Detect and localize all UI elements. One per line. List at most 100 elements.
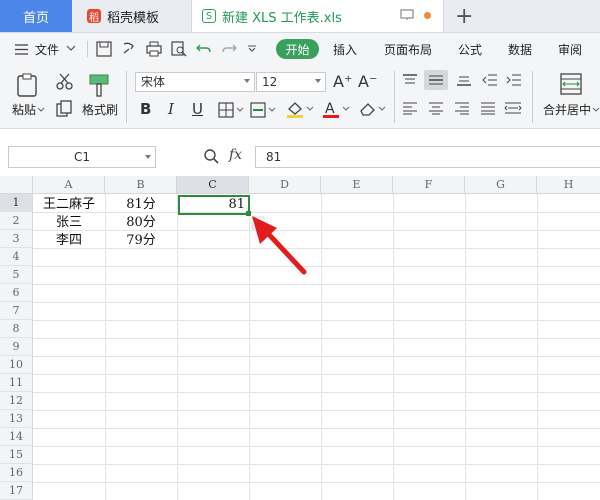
- align-middle-icon: [429, 75, 443, 85]
- cut-scissors-icon[interactable]: [56, 73, 74, 91]
- tab-insert[interactable]: 插入: [333, 41, 357, 58]
- redo-icon[interactable]: [221, 41, 237, 57]
- export-icon[interactable]: [121, 41, 137, 57]
- column-header-h[interactable]: H: [537, 176, 600, 194]
- paste-button[interactable]: 粘贴: [12, 101, 36, 118]
- paste-dropdown-icon[interactable]: [37, 107, 45, 113]
- name-box[interactable]: C1: [8, 146, 156, 168]
- row-header-13[interactable]: 13: [0, 410, 33, 428]
- row-header-17[interactable]: 17: [0, 482, 33, 500]
- merge-center-button[interactable]: 合并居中: [543, 101, 591, 118]
- row-header-15[interactable]: 15: [0, 446, 33, 464]
- formula-bar: C1 fx 81: [0, 142, 600, 174]
- hamburger-menu-icon[interactable]: [14, 42, 30, 58]
- merge-center-icon[interactable]: [560, 73, 582, 95]
- cell-a3[interactable]: 李四: [33, 232, 105, 250]
- column-header-f[interactable]: F: [393, 176, 465, 194]
- align-bottom-icon[interactable]: [456, 73, 472, 87]
- row-header-11[interactable]: 11: [0, 374, 33, 392]
- align-top-icon[interactable]: [402, 73, 418, 87]
- tab-xls-workbook[interactable]: S 新建 XLS 工作表.xls: [191, 0, 444, 32]
- font-name-select[interactable]: 宋体: [135, 72, 255, 92]
- fill-color-icon[interactable]: [286, 100, 316, 118]
- row-header-4[interactable]: 4: [0, 248, 33, 266]
- select-all-corner[interactable]: [0, 176, 33, 194]
- monitor-icon[interactable]: [400, 9, 414, 21]
- row-header-1[interactable]: 1: [0, 194, 33, 212]
- cell-b2[interactable]: 80分: [105, 214, 177, 232]
- column-header-d[interactable]: D: [249, 176, 321, 194]
- tab-review[interactable]: 审阅: [558, 41, 582, 58]
- divider: [394, 71, 395, 123]
- grid-line: [33, 446, 600, 447]
- tab-data[interactable]: 数据: [508, 41, 532, 58]
- row-header-5[interactable]: 5: [0, 266, 33, 284]
- chevron-down-icon[interactable]: [66, 45, 76, 53]
- divider: [87, 41, 88, 57]
- underline-button[interactable]: U: [192, 100, 203, 118]
- row-header-2[interactable]: 2: [0, 212, 33, 230]
- save-icon[interactable]: [96, 41, 112, 57]
- align-middle-active[interactable]: [424, 70, 448, 90]
- align-right-icon[interactable]: [454, 101, 470, 115]
- spreadsheet-grid[interactable]: A B C D E F G H 1 2 3 4 5 6 7 8 9 10 11 …: [0, 176, 600, 500]
- row-header-3[interactable]: 3: [0, 230, 33, 248]
- row-header-10[interactable]: 10: [0, 356, 33, 374]
- row-header-6[interactable]: 6: [0, 284, 33, 302]
- font-shrink-icon[interactable]: A⁻: [358, 72, 377, 91]
- ribbon-toolbar: 粘贴 格式刷 宋体 12 A⁺ A⁻ B I U A 合并居中: [0, 65, 600, 129]
- grid-line: [465, 194, 466, 500]
- tab-home[interactable]: 首页: [0, 0, 72, 32]
- unsaved-dot-icon: [424, 11, 431, 19]
- file-menu[interactable]: 文件: [35, 41, 59, 58]
- clear-format-eraser-icon[interactable]: [358, 100, 388, 118]
- tab-docer-templates[interactable]: 稻 稻壳模板: [73, 0, 190, 32]
- row-header-9[interactable]: 9: [0, 338, 33, 356]
- chevron-down-icon: [244, 79, 250, 83]
- borders-icon[interactable]: [218, 102, 246, 118]
- row-header-14[interactable]: 14: [0, 428, 33, 446]
- tab-docer-label: 稻壳模板: [107, 10, 160, 26]
- row-header-8[interactable]: 8: [0, 320, 33, 338]
- cell-a1[interactable]: 王二麻子: [33, 196, 105, 214]
- font-grow-icon[interactable]: A⁺: [333, 72, 352, 91]
- format-painter-icon[interactable]: [88, 73, 110, 97]
- justify-icon[interactable]: [480, 101, 496, 115]
- formula-input[interactable]: 81: [255, 146, 600, 168]
- tab-start[interactable]: 开始: [276, 39, 319, 59]
- row-header-16[interactable]: 16: [0, 464, 33, 482]
- decrease-indent-icon[interactable]: [482, 73, 498, 87]
- italic-button[interactable]: I: [168, 100, 174, 118]
- column-header-e[interactable]: E: [321, 176, 393, 194]
- print-preview-icon[interactable]: [171, 41, 187, 57]
- column-header-g[interactable]: G: [465, 176, 537, 194]
- column-header-a[interactable]: A: [33, 176, 105, 194]
- font-color-icon[interactable]: A: [322, 100, 352, 118]
- column-header-c[interactable]: C: [177, 176, 249, 194]
- undo-icon[interactable]: [196, 41, 212, 57]
- cell-b3[interactable]: 79分: [105, 232, 177, 250]
- font-size-select[interactable]: 12: [256, 72, 326, 92]
- cell-b1[interactable]: 81分: [105, 196, 177, 214]
- distributed-align-icon[interactable]: [504, 101, 522, 115]
- quick-access-more-icon[interactable]: [247, 45, 257, 53]
- cell-a2[interactable]: 张三: [33, 214, 105, 232]
- align-center-icon[interactable]: [428, 101, 444, 115]
- format-painter-button[interactable]: 格式刷: [82, 101, 118, 118]
- paste-clipboard-icon[interactable]: [15, 73, 41, 97]
- bold-button[interactable]: B: [140, 100, 151, 118]
- tab-page-layout[interactable]: 页面布局: [384, 41, 432, 58]
- increase-indent-icon[interactable]: [506, 73, 522, 87]
- cell-style-icon[interactable]: [250, 102, 278, 118]
- column-header-b[interactable]: B: [105, 176, 177, 194]
- tab-formulas[interactable]: 公式: [458, 41, 482, 58]
- insert-function-button[interactable]: fx: [229, 147, 242, 163]
- zoom-search-icon[interactable]: [203, 148, 219, 164]
- merge-dropdown-icon[interactable]: [592, 107, 600, 113]
- print-icon[interactable]: [146, 41, 162, 57]
- copy-icon[interactable]: [56, 100, 74, 118]
- row-header-7[interactable]: 7: [0, 302, 33, 320]
- row-header-12[interactable]: 12: [0, 392, 33, 410]
- new-tab-plus-icon[interactable]: +: [455, 4, 473, 29]
- align-left-icon[interactable]: [402, 101, 418, 115]
